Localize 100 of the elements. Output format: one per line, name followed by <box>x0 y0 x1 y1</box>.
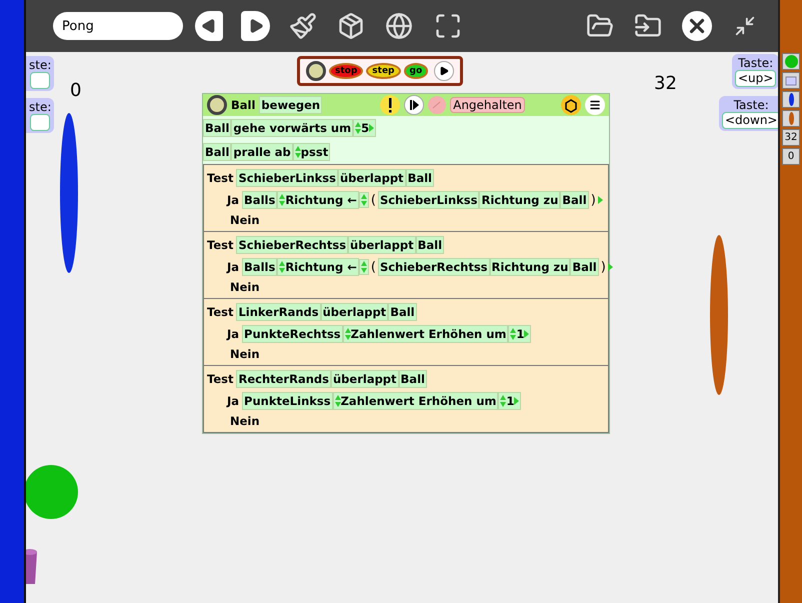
number-thumbnail[interactable]: 32 <box>782 129 800 146</box>
script-tile[interactable]: LinkerRands <box>236 303 321 321</box>
script-tile[interactable]: Ball <box>416 236 444 254</box>
score-left: 0 <box>70 80 82 101</box>
script-tile[interactable]: überlappt <box>338 169 406 187</box>
script-tile[interactable]: 1 <box>498 392 522 410</box>
extend-arrow-icon[interactable] <box>608 263 613 271</box>
script-tile[interactable]: psst <box>292 143 330 161</box>
play-button[interactable] <box>434 61 454 81</box>
script-tile[interactable]: SchieberLinkss <box>236 169 338 187</box>
no-label: Nein <box>230 280 260 294</box>
yes-label: Ja <box>227 394 240 408</box>
triangle-icon <box>201 18 218 34</box>
script-tile[interactable]: Ball <box>388 303 417 321</box>
yes-label: Ja <box>227 193 240 207</box>
script-tile[interactable]: PunkteRechtss <box>242 325 343 343</box>
status-tile[interactable]: Angehalten <box>450 97 525 113</box>
number-thumbnail[interactable]: 0 <box>782 148 800 165</box>
script-tile[interactable]: Balls <box>242 191 278 209</box>
script-tile[interactable]: Richtung zu <box>490 258 570 276</box>
paddle-thumbnail[interactable] <box>782 110 800 127</box>
up-down-arrows-icon[interactable] <box>334 395 341 407</box>
test-label: Test <box>207 238 234 252</box>
script-tile[interactable]: Richtung ← <box>277 258 359 276</box>
control-button[interactable]: step <box>366 63 401 79</box>
up-down-arrows-icon[interactable] <box>500 395 506 407</box>
script-tile[interactable]: Zahlenwert Erhöhen um <box>342 325 508 343</box>
parenthesis: ( <box>370 192 377 208</box>
extend-arrow-icon[interactable] <box>514 397 520 405</box>
close-icon[interactable] <box>681 10 712 42</box>
paintbrush-icon[interactable] <box>288 10 318 42</box>
control-button[interactable]: stop <box>329 63 364 79</box>
script-tile[interactable]: Richtung zu <box>479 191 560 209</box>
ring-icon[interactable] <box>207 95 227 115</box>
test-label: Test <box>207 372 234 386</box>
script-tile[interactable]: pralle ab <box>231 143 293 161</box>
project-name-field[interactable]: Pong <box>53 12 184 40</box>
globe-icon[interactable] <box>384 10 415 42</box>
step-icon[interactable] <box>404 95 424 115</box>
key-field[interactable]: <down> <box>722 112 780 129</box>
script-tile[interactable]: Balls <box>242 258 278 276</box>
script-tile[interactable]: Richtung ← <box>277 191 359 209</box>
object-name: Ball <box>231 98 256 112</box>
exclamation-icon[interactable] <box>380 95 400 115</box>
script-tile[interactable]: Ball <box>560 191 589 209</box>
script-tile[interactable]: SchieberRechtss <box>378 258 490 276</box>
script-tile[interactable]: PunkteLinkss <box>242 392 333 410</box>
script-tile[interactable]: 5 <box>353 119 376 137</box>
script-tile[interactable]: überlappt <box>330 370 399 388</box>
script-tile[interactable]: Ball <box>203 119 232 137</box>
yes-label: Ja <box>227 327 240 341</box>
left-paddle[interactable] <box>60 113 78 273</box>
back-button[interactable] <box>195 11 224 41</box>
script-tile[interactable]: SchieberLinkss <box>378 191 480 209</box>
ball[interactable] <box>24 465 78 519</box>
ring-icon[interactable] <box>306 61 326 81</box>
forward-button[interactable] <box>241 11 270 41</box>
paddle-thumbnail[interactable] <box>782 91 800 108</box>
yes-label: Ja <box>227 260 240 274</box>
parenthesis: ( <box>370 260 377 274</box>
script-tile[interactable]: gehe vorwärts um <box>231 119 354 137</box>
script-tile[interactable]: überlappt <box>348 236 416 254</box>
script-tile[interactable]: überlappt <box>320 303 388 321</box>
control-button[interactable]: go <box>404 63 428 79</box>
extend-arrow-icon[interactable] <box>524 330 530 338</box>
script-tile[interactable]: SchieberRechtss <box>236 236 348 254</box>
triangle-icon <box>248 18 264 34</box>
script-tile[interactable]: RechterRands <box>236 370 331 388</box>
extend-arrow-icon[interactable] <box>369 124 374 132</box>
right-paddle[interactable] <box>710 235 728 395</box>
script-tile[interactable]: Zahlenwert Erhöhen um <box>332 392 498 410</box>
key-label: Taste: <box>738 56 774 70</box>
key-label: ste: <box>29 58 52 72</box>
triangle-icon <box>439 66 449 76</box>
extend-arrow-icon[interactable] <box>598 196 603 204</box>
menu-icon[interactable] <box>585 95 605 115</box>
key-label: Taste: <box>734 98 769 112</box>
script-tile[interactable]: Ball <box>203 143 232 161</box>
key-field[interactable] <box>30 72 50 89</box>
key-label: ste: <box>29 100 52 114</box>
parenthesis: ) <box>600 260 607 274</box>
up-down-arrows-icon[interactable] <box>279 261 286 273</box>
key-field[interactable] <box>30 114 50 131</box>
script-tile[interactable]: Ball <box>398 370 427 388</box>
script-name[interactable]: bewegen <box>259 96 322 114</box>
up-down-arrows-icon[interactable] <box>294 146 301 158</box>
parenthesis: ) <box>590 192 597 208</box>
script-tile[interactable]: Ball <box>570 258 599 276</box>
up-down-arrows-icon[interactable] <box>510 328 516 340</box>
script-tile[interactable]: 1 <box>508 325 532 343</box>
no-label: Nein <box>230 347 260 361</box>
up-down-arrows-icon[interactable] <box>344 328 351 340</box>
up-down-arrows-icon[interactable] <box>355 122 362 134</box>
ball-thumbnail[interactable] <box>782 53 800 70</box>
key-field[interactable]: <up> <box>735 70 776 87</box>
script-tile[interactable]: Ball <box>406 169 434 187</box>
trash-icon[interactable] <box>26 548 38 586</box>
key-watcher-thumbnail[interactable] <box>782 72 800 89</box>
up-down-arrows-icon[interactable] <box>279 194 286 206</box>
test-label: Test <box>207 305 234 319</box>
